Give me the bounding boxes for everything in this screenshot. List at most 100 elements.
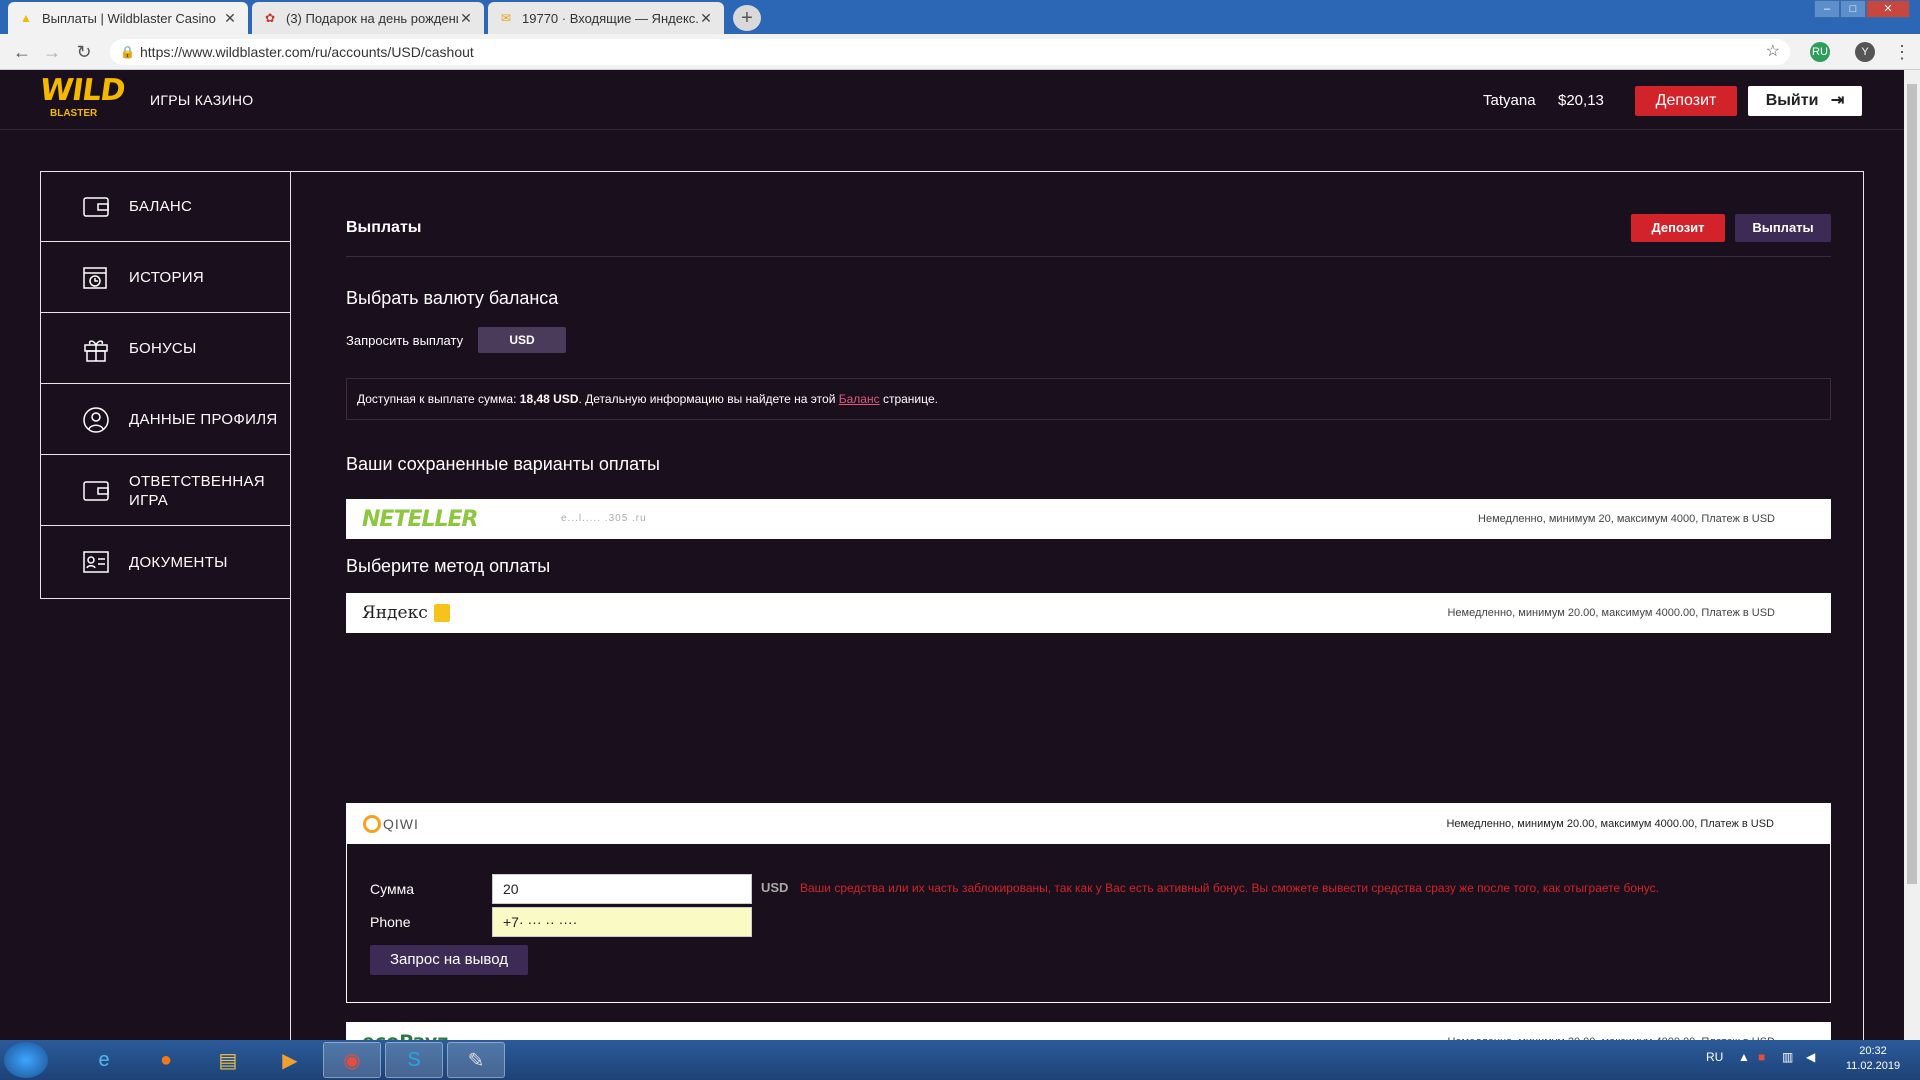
qiwi-logo: QIWI: [363, 810, 419, 838]
ecopayz-logo-text: ecoPayz: [362, 1031, 448, 1040]
sidebar-item-label: ОТВЕТСТВЕННАЯ ИГРА: [129, 472, 265, 509]
yandex-logo-text: Яндекс: [362, 603, 428, 623]
windows-taskbar: e ● ▤ ▶ ◉ S ✎ RU ▲ ■ ▥ ◀ 20:32 11.02.201…: [0, 1040, 1920, 1080]
back-arrow-icon[interactable]: ←: [10, 40, 34, 64]
logout-icon: ⇥: [1830, 92, 1845, 109]
request-payout-label: Запросить выплату: [346, 333, 464, 348]
available-amount: 18,48 USD: [519, 392, 579, 406]
wildblaster-favicon-icon: ▲: [20, 11, 32, 25]
info-mid: . Детальную информацию вы найдете на это…: [578, 392, 836, 406]
sidebar-item-label: БАЛАНС: [129, 198, 193, 215]
firefox-icon[interactable]: ●: [137, 1042, 195, 1078]
method-qiwi[interactable]: QIWI Немедленно, минимум 20.00, максимум…: [347, 804, 1830, 844]
lock-icon: 🔒: [120, 45, 135, 59]
currency-usd-button[interactable]: USD: [478, 327, 566, 353]
start-button[interactable]: [4, 1042, 48, 1078]
profile-avatar[interactable]: Y: [1855, 42, 1875, 62]
file-explorer-icon[interactable]: ▤: [199, 1042, 257, 1078]
gift-site-favicon-icon: ✿: [264, 11, 276, 25]
method-note: Немедленно, минимум 20.00, максимум 4000…: [1447, 1022, 1775, 1040]
sidebar-item-balance[interactable]: БАЛАНС: [41, 172, 290, 242]
volume-icon[interactable]: ◀: [1806, 1050, 1815, 1064]
method-ecopayz[interactable]: ecoPayz Немедленно, минимум 20.00, макси…: [346, 1022, 1831, 1040]
yandex-money-logo: Яндекс: [362, 599, 450, 627]
reload-icon[interactable]: ↻: [72, 40, 96, 64]
tab-yandex-mail[interactable]: ✉ 19770 · Входящие — Яндекс.По ✕: [488, 2, 724, 34]
maximize-window-button[interactable]: □: [1840, 0, 1866, 18]
show-hidden-icons[interactable]: ▲: [1738, 1050, 1750, 1064]
wallet-icon: [83, 480, 109, 501]
extension-icon[interactable]: RU: [1810, 42, 1830, 62]
close-tab-icon[interactable]: ✕: [458, 10, 474, 27]
page-scrollbar[interactable]: [1904, 70, 1920, 1040]
tab-wildblaster[interactable]: ▲ Выплаты | Wildblaster Casino ✕: [8, 2, 248, 34]
cashout-panel: Выплаты Депозит Выплаты Выбрать валюту б…: [290, 171, 1864, 1040]
deposit-button[interactable]: Депозит: [1631, 214, 1725, 242]
address-bar[interactable]: 🔒 https://www.wildblaster.com/ru/account…: [110, 39, 1790, 65]
saved-method-neteller[interactable]: NETELLER e...l..... .305 .ru Немедленно,…: [346, 499, 1831, 539]
chrome-icon[interactable]: ◉: [323, 1042, 381, 1078]
forward-arrow-icon[interactable]: →: [40, 40, 64, 64]
wildblaster-logo[interactable]: WILD BLASTER: [37, 73, 127, 126]
sidebar-item-profile[interactable]: ДАННЫЕ ПРОФИЛЯ: [41, 385, 290, 455]
paint-icon[interactable]: ✎: [447, 1042, 505, 1078]
payouts-button[interactable]: Выплаты: [1735, 214, 1831, 242]
site-header: WILD BLASTER ИГРЫ КАЗИНО Tatyana $20,13 …: [0, 70, 1904, 130]
bonus-lock-error: Ваши средства или их часть заблокированы…: [800, 881, 1659, 895]
masked-account: e...l..... .305 .ru: [561, 513, 647, 524]
wallet-icon: [83, 196, 109, 217]
clock-time: 20:32: [1859, 1045, 1887, 1057]
tab-gift[interactable]: ✿ (3) Подарок на день рождения ✕: [252, 2, 484, 34]
close-tab-icon[interactable]: ✕: [222, 10, 238, 27]
close-tab-icon[interactable]: ✕: [698, 10, 714, 27]
sidebar-item-documents[interactable]: ДОКУМЕНТЫ: [41, 527, 290, 597]
method-note: Немедленно, минимум 20.00, максимум 4000…: [1447, 607, 1775, 619]
header-deposit-button[interactable]: Депозит: [1635, 86, 1737, 116]
minimize-window-button[interactable]: –: [1814, 0, 1840, 18]
sidebar-item-label: ДОКУМЕНТЫ: [129, 553, 228, 571]
page-content: WILD BLASTER ИГРЫ КАЗИНО Tatyana $20,13 …: [0, 70, 1904, 1040]
amount-label: Сумма: [370, 881, 414, 897]
sidebar-item-bonuses[interactable]: БОНУСЫ: [41, 314, 290, 384]
withdraw-request-button[interactable]: Запрос на вывод: [370, 945, 528, 975]
tab-title: Выплаты | Wildblaster Casino: [42, 10, 216, 26]
bookmark-star-icon[interactable]: ☆: [1766, 39, 1780, 65]
skype-icon[interactable]: S: [385, 1042, 443, 1078]
method-yandex[interactable]: Яндекс Немедленно, минимум 20.00, максим…: [346, 593, 1831, 633]
account-sidebar: БАЛАНС ИСТОРИЯ БОНУСЫ ДАННЫЕ ПРОФИЛЯ ОТВ…: [40, 171, 291, 599]
media-player-icon[interactable]: ▶: [261, 1042, 319, 1078]
clock-date: 11.02.2019: [1845, 1060, 1901, 1072]
neteller-logo: NETELLER: [362, 505, 478, 533]
calendar-clock-icon: [83, 266, 107, 289]
divider: [346, 256, 1831, 257]
url-text: https://www.wildblaster.com/ru/accounts/…: [140, 44, 474, 60]
user-name: Tatyana: [1483, 92, 1536, 109]
amount-input[interactable]: 20: [492, 874, 752, 904]
mail-favicon-icon: ✉: [500, 11, 512, 25]
amount-unit: USD: [761, 880, 789, 895]
nav-casino-games[interactable]: ИГРЫ КАЗИНО: [150, 92, 253, 108]
keyboard-language[interactable]: RU: [1706, 1050, 1723, 1064]
logout-label: Выйти: [1765, 92, 1819, 109]
phone-input[interactable]: +7· ··· ·· ····: [492, 907, 752, 937]
qiwi-logo-text: QIWI: [383, 816, 419, 832]
sidebar-item-responsible-gaming[interactable]: ОТВЕТСТВЕННАЯ ИГРА: [41, 456, 290, 526]
logo-wild-text: WILD: [37, 73, 127, 108]
sidebar-item-label: ДАННЫЕ ПРОФИЛЯ: [129, 411, 278, 428]
sidebar-item-history[interactable]: ИСТОРИЯ: [41, 243, 290, 313]
saved-methods-heading: Ваши сохраненные варианты оплаты: [346, 454, 660, 474]
logout-button[interactable]: Выйти ⇥: [1748, 86, 1862, 116]
network-icon[interactable]: ▥: [1782, 1050, 1793, 1064]
scrollbar-thumb[interactable]: [1907, 84, 1917, 884]
tab-title: (3) Подарок на день рождения: [286, 10, 458, 26]
internet-explorer-icon[interactable]: e: [75, 1042, 133, 1078]
new-tab-button[interactable]: +: [733, 5, 761, 31]
user-balance: $20,13: [1558, 92, 1604, 109]
browser-menu-icon[interactable]: ⋮: [1890, 40, 1914, 64]
close-window-button[interactable]: ✕: [1866, 0, 1910, 18]
gift-icon: [84, 339, 108, 362]
system-clock[interactable]: 20:32 11.02.2019: [1838, 1044, 1908, 1074]
info-prefix: Доступная к выплате сумма:: [357, 392, 517, 406]
antivirus-tray-icon[interactable]: ■: [1758, 1050, 1765, 1064]
balance-link[interactable]: Баланс: [839, 392, 880, 406]
